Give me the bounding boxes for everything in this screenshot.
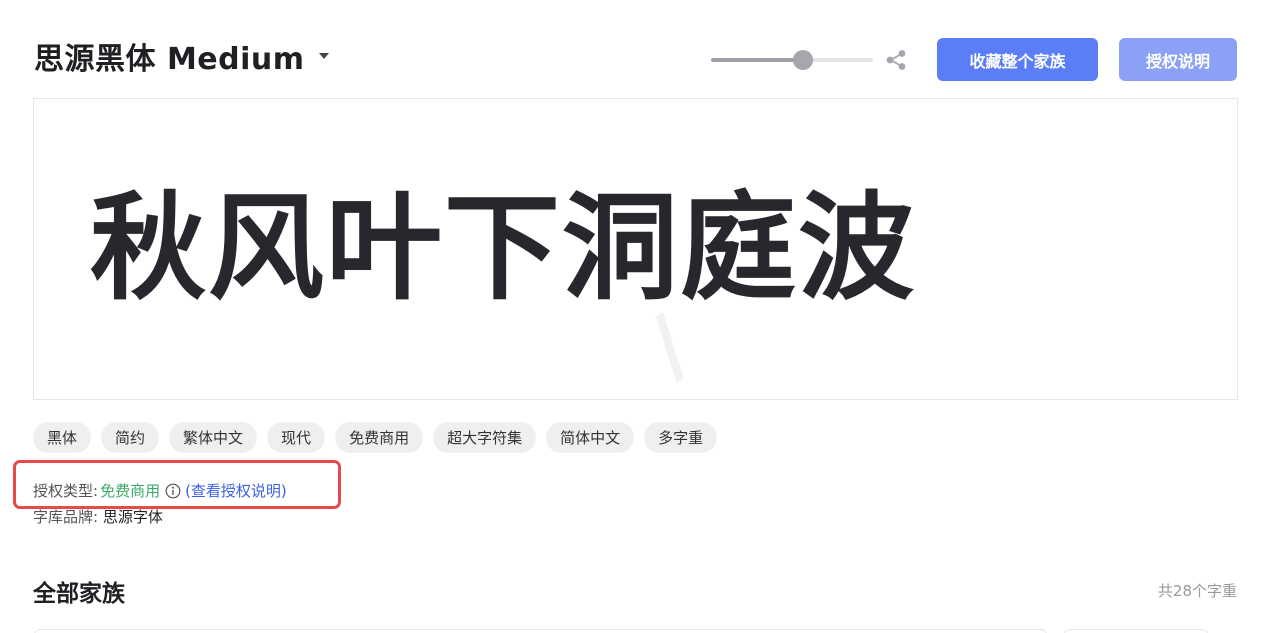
family-section-title: 全部家族 [33,581,125,607]
family-card[interactable] [33,629,1048,633]
tag-chip[interactable]: 简约 [101,422,160,453]
tag-chip[interactable]: 简体中文 [546,422,635,453]
view-license-link[interactable]: (查看授权说明) [185,480,287,501]
preview-text: 秋风叶下洞庭波 [90,181,916,316]
font-preview-area[interactable]: 秋风叶下洞庭波 / [33,98,1238,400]
share-icon[interactable] [885,49,907,71]
tag-list: 黑体 简约 繁体中文 现代 免费商用 超大字符集 简体中文 多字重 [33,422,718,453]
font-name-dropdown[interactable]: 思源黑体 Medium [34,34,329,78]
license-type-value: 免费商用 [100,482,161,500]
tag-chip[interactable]: 繁体中文 [169,422,258,453]
license-info-button[interactable]: 授权说明 [1119,38,1237,81]
info-icon[interactable] [165,483,181,499]
favorite-family-button[interactable]: 收藏整个家族 [937,38,1098,81]
tag-chip[interactable]: 超大字符集 [433,422,537,453]
caret-down-icon [318,53,329,59]
font-size-slider[interactable] [711,50,873,70]
brand-row: 字库品牌: 思源字体 [33,506,163,527]
font-name-title: 思源黑体 Medium [34,42,305,77]
family-card[interactable] [1063,629,1209,633]
tag-chip[interactable]: 免费商用 [335,422,424,453]
license-type-label: 授权类型: [33,482,99,500]
brand-label: 字库品牌: [33,508,99,526]
slider-thumb[interactable] [793,50,814,70]
tag-chip[interactable]: 现代 [267,422,326,453]
slider-fill [711,58,804,62]
family-weight-count: 共28个字重 [1157,582,1237,600]
tag-chip[interactable]: 多字重 [644,422,718,453]
brand-value: 思源字体 [102,508,163,526]
font-detail-page: 思源黑体 Medium 收藏整个家族 授权说明 秋风叶下洞庭波 / 黑体 简约 繁体… [0,0,1280,633]
license-type-row: 授权类型: 免费商用 (查看授权说明) [33,480,287,501]
tag-chip[interactable]: 黑体 [33,422,92,453]
